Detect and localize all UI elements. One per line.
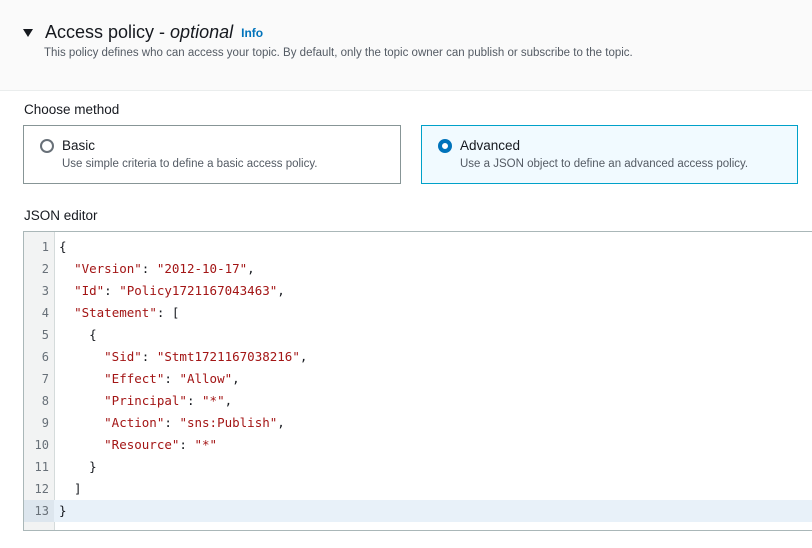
section-title-optional: optional <box>170 21 234 42</box>
code-text: "Action": "sns:Publish", <box>104 415 285 430</box>
json-editor[interactable]: 1{2 "Version": "2012-10-17", 3 "Id": "Pol… <box>23 231 812 531</box>
code-text: "Version": "2012-10-17", <box>74 261 255 276</box>
line-number: 4 <box>41 306 49 320</box>
line-number: 3 <box>41 284 49 298</box>
caret-down-icon[interactable] <box>23 28 33 37</box>
code-line[interactable]: 9 "Action": "sns:Publish", <box>24 412 812 434</box>
code-line[interactable]: 8 "Principal": "*", <box>24 390 812 412</box>
method-option-description: Use simple criteria to define a basic ac… <box>62 158 318 170</box>
code-text: { <box>59 327 97 342</box>
line-number: 10 <box>34 438 49 452</box>
code-line[interactable]: 10 "Resource": "*" <box>24 434 812 456</box>
line-number: 13 <box>24 500 54 522</box>
line-number: 2 <box>41 262 49 276</box>
code-text: { <box>59 239 67 254</box>
code-text: } <box>59 459 97 474</box>
code-lines[interactable]: 1{2 "Version": "2012-10-17", 3 "Id": "Pol… <box>24 236 812 522</box>
line-number: 6 <box>41 350 49 364</box>
json-editor-label: JSON editor <box>24 208 98 223</box>
radio-basic[interactable] <box>40 139 54 153</box>
method-option-title: Advanced <box>460 138 521 153</box>
code-text: "Statement": [ <box>74 305 180 320</box>
code-line[interactable]: 3 "Id": "Policy1721167043463", <box>24 280 812 302</box>
code-text: "Resource": "*" <box>104 437 218 452</box>
info-link[interactable]: Info <box>241 26 263 40</box>
line-number: 8 <box>41 394 49 408</box>
code-line[interactable]: 2 "Version": "2012-10-17", <box>24 258 812 280</box>
code-line[interactable]: 5 { <box>24 324 812 346</box>
code-line[interactable]: 12 ] <box>24 478 812 500</box>
radio-advanced[interactable] <box>438 139 452 153</box>
line-number: 5 <box>41 328 49 342</box>
access-policy-header: Access policy - optional Info This polic… <box>0 0 812 91</box>
code-text: "Id": "Policy1721167043463", <box>74 283 285 298</box>
code-line[interactable]: 7 "Effect": "Allow", <box>24 368 812 390</box>
code-line[interactable]: 4 "Statement": [ <box>24 302 812 324</box>
code-text: "Effect": "Allow", <box>104 371 240 386</box>
choose-method-label: Choose method <box>24 102 120 117</box>
code-text: "Principal": "*", <box>104 393 233 408</box>
code-text: "Sid": "Stmt1721167038216", <box>104 349 308 364</box>
method-option-title: Basic <box>62 138 96 153</box>
section-description: This policy defines who can access your … <box>44 47 633 59</box>
code-line[interactable]: 13} <box>24 500 812 522</box>
code-text: ] <box>59 481 82 496</box>
code-line[interactable]: 11 } <box>24 456 812 478</box>
section-title-row[interactable]: Access policy - optional Info <box>23 20 263 44</box>
line-number: 9 <box>41 416 49 430</box>
code-line[interactable]: 1{ <box>24 236 812 258</box>
line-number: 12 <box>34 482 49 496</box>
code-text: } <box>59 503 67 518</box>
method-option-description: Use a JSON object to define an advanced … <box>460 158 749 170</box>
section-title: Access policy - <box>45 21 166 42</box>
line-number: 11 <box>34 460 49 474</box>
method-option-basic[interactable]: Basic Use simple criteria to define a ba… <box>23 125 401 184</box>
line-number: 7 <box>41 372 49 386</box>
line-number: 1 <box>41 240 49 254</box>
method-option-advanced[interactable]: Advanced Use a JSON object to define an … <box>421 125 798 184</box>
code-line[interactable]: 6 "Sid": "Stmt1721167038216", <box>24 346 812 368</box>
